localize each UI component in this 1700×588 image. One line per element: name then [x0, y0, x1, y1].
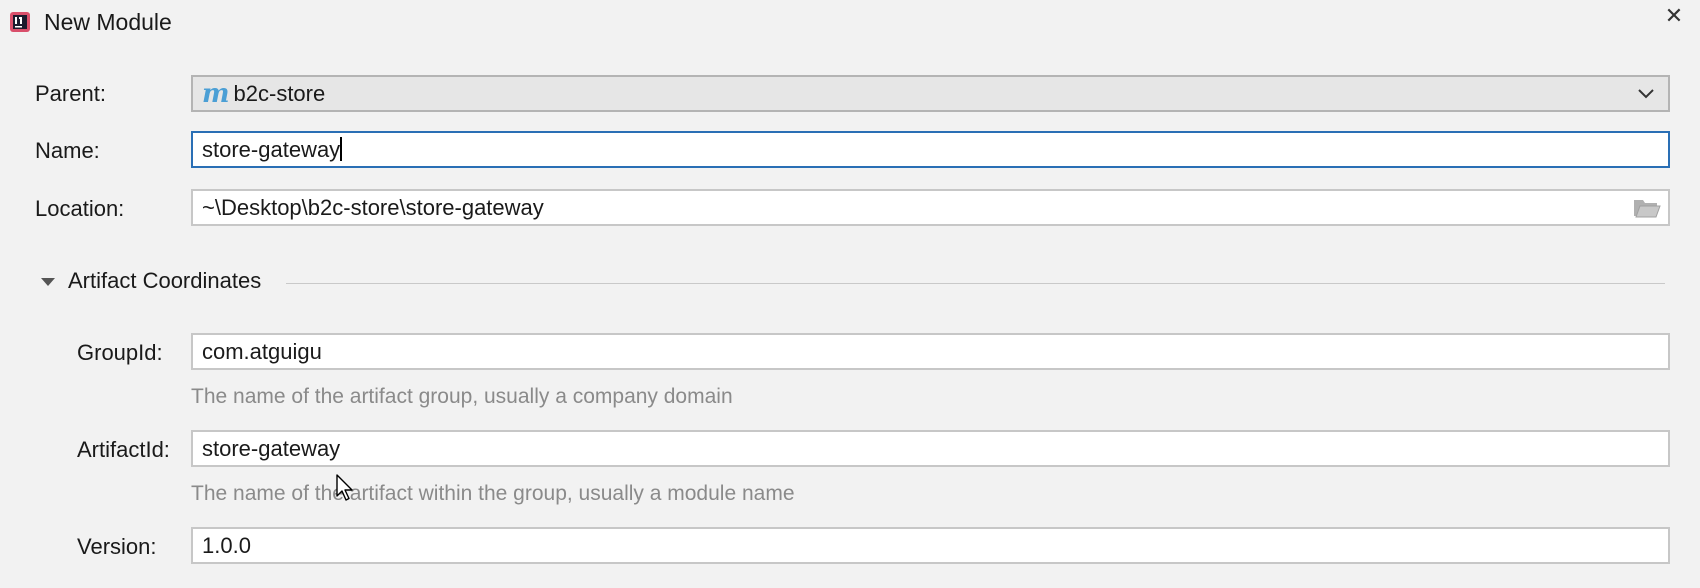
folder-open-icon[interactable]: [1632, 196, 1662, 220]
group-id-input[interactable]: com.atguigu: [191, 333, 1670, 370]
maven-icon: m: [202, 79, 230, 109]
name-value: store-gateway: [202, 137, 341, 162]
version-value: 1.0.0: [202, 533, 251, 558]
location-label: Location:: [35, 196, 125, 221]
intellij-app-icon: [10, 12, 30, 32]
group-id-value: com.atguigu: [202, 339, 322, 364]
dialog-title: New Module: [44, 9, 172, 35]
close-button[interactable]: ✕: [1662, 4, 1686, 28]
artifact-id-label: ArtifactId:: [77, 437, 170, 462]
name-input[interactable]: store-gateway: [191, 131, 1670, 168]
artifact-id-input[interactable]: store-gateway: [191, 430, 1670, 467]
location-value: ~\Desktop\b2c-store\store-gateway: [202, 195, 544, 220]
title-bar: New Module ✕: [0, 0, 1700, 46]
section-divider: [286, 283, 1665, 284]
parent-value: b2c-store: [233, 81, 326, 106]
artifact-id-value: store-gateway: [202, 436, 341, 461]
close-icon: ✕: [1664, 3, 1684, 28]
text-caret: [340, 137, 343, 162]
group-id-hint: The name of the artifact group, usually …: [191, 385, 733, 408]
name-label: Name:: [35, 138, 100, 163]
group-id-label: GroupId:: [77, 340, 163, 365]
location-input[interactable]: ~\Desktop\b2c-store\store-gateway: [191, 189, 1670, 226]
version-input[interactable]: 1.0.0: [191, 527, 1670, 564]
collapse-triangle-icon[interactable]: [38, 272, 58, 292]
parent-dropdown[interactable]: m b2c-store: [191, 75, 1670, 112]
artifact-coordinates-title: Artifact Coordinates: [68, 268, 262, 293]
new-module-dialog: New Module ✕ Parent: m b2c-store Name: st…: [0, 0, 1700, 588]
mouse-pointer-icon: [336, 474, 353, 501]
parent-label: Parent:: [35, 81, 106, 106]
artifact-id-hint: The name of the artifact within the grou…: [191, 482, 795, 505]
version-label: Version:: [77, 534, 157, 559]
chevron-down-icon: [1638, 89, 1654, 99]
